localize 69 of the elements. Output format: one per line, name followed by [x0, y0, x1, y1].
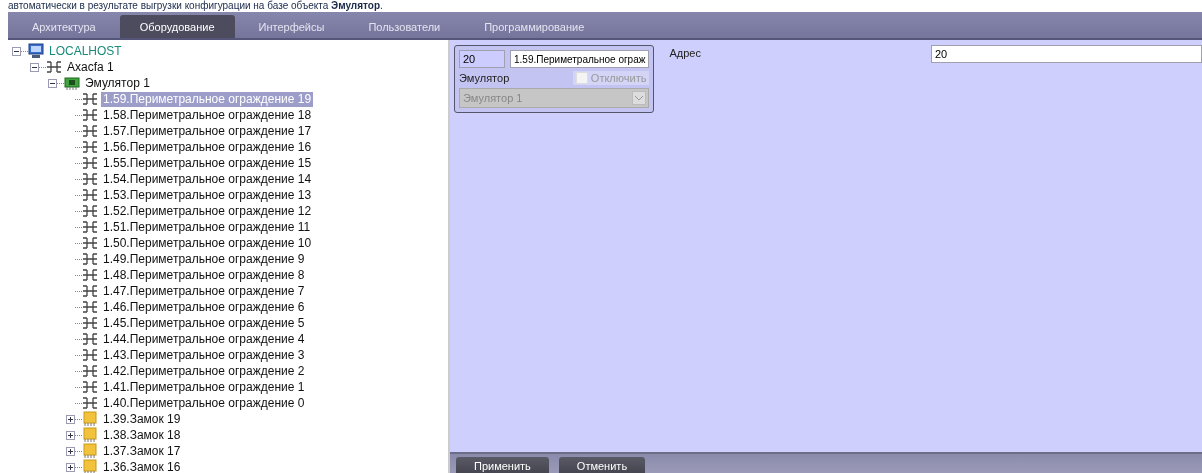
network-icon [82, 347, 98, 363]
tree-item[interactable]: 1.36.Замок 16 [101, 459, 183, 473]
action-button[interactable]: Применить [456, 457, 549, 473]
network-icon [82, 283, 98, 299]
toggle-icon[interactable] [66, 414, 75, 424]
network-icon [46, 59, 62, 75]
toggle-icon[interactable] [30, 62, 39, 72]
action-button[interactable]: Отменить [558, 457, 646, 473]
module-icon [82, 459, 98, 473]
tree-item[interactable]: 1.44.Периметральное ограждение 4 [101, 331, 307, 347]
monitor-icon [28, 43, 44, 59]
network-icon [82, 363, 98, 379]
tree-item[interactable]: 1.55.Периметральное ограждение 15 [101, 155, 314, 171]
module-icon [82, 427, 98, 443]
tree-item[interactable]: 1.49.Периметральное ограждение 9 [101, 251, 307, 267]
network-icon [82, 315, 98, 331]
tree-item[interactable]: 1.48.Периметральное ограждение 8 [101, 267, 307, 283]
tree-item[interactable]: 1.50.Периметральное ограждение 10 [101, 235, 314, 251]
toggle-icon[interactable] [12, 46, 21, 56]
tree-item[interactable]: 1.38.Замок 18 [101, 427, 183, 443]
network-icon [82, 331, 98, 347]
tree-item[interactable]: 1.47.Периметральное ограждение 7 [101, 283, 307, 299]
toggle-icon[interactable] [48, 78, 57, 88]
circuit-board-icon [64, 75, 80, 91]
caption-text: автоматически в результате выгрузки конфигурации на базе объекта Эмулятор. [8, 0, 383, 12]
tree-item[interactable]: 1.41.Периметральное ограждение 1 [101, 379, 307, 395]
toggle-icon[interactable] [66, 446, 75, 456]
address-field[interactable]: 20 [931, 45, 1202, 63]
toggle-icon[interactable] [66, 462, 75, 472]
tree-item[interactable]: 1.56.Периметральное ограждение 16 [101, 139, 314, 155]
network-icon [82, 267, 98, 283]
name-field[interactable]: 1.59.Периметральное ограж [510, 50, 650, 68]
network-icon [82, 251, 98, 267]
network-icon [82, 219, 98, 235]
tree-item[interactable]: 1.45.Периметральное ограждение 5 [101, 315, 307, 331]
type-label: Эмулятор [459, 72, 510, 84]
tree-item[interactable]: 1.39.Замок 19 [101, 411, 183, 427]
tree-item[interactable]: 1.40.Периметральное ограждение 0 [101, 395, 307, 411]
toggle-icon[interactable] [66, 430, 75, 440]
tree-item[interactable]: Axacfa 1 [65, 59, 116, 75]
network-icon [82, 171, 98, 187]
tree-item[interactable]: 1.52.Периметральное ограждение 12 [101, 203, 314, 219]
tab[interactable]: Оборудование [119, 15, 235, 38]
module-icon [82, 443, 98, 459]
network-icon [82, 139, 98, 155]
network-icon [82, 91, 98, 107]
network-icon [82, 155, 98, 171]
network-icon [82, 187, 98, 203]
network-icon [82, 107, 98, 123]
tree-item[interactable]: 1.54.Периметральное ограждение 14 [101, 171, 314, 187]
address-label: Адрес [669, 47, 701, 59]
network-icon [82, 395, 98, 411]
tree-item[interactable]: 1.58.Периметральное ограждение 18 [101, 107, 314, 123]
number-field[interactable]: 20 [459, 50, 505, 68]
tree-item[interactable]: 1.51.Периметральное ограждение 11 [101, 219, 313, 235]
tree-item[interactable]: 1.43.Периметральное ограждение 3 [101, 347, 307, 363]
tree-item[interactable]: Эмулятор 1 [83, 75, 152, 91]
tree-item[interactable]: LOCALHOST [47, 43, 124, 59]
network-icon [82, 235, 98, 251]
tree-item[interactable]: 1.53.Периметральное ограждение 13 [101, 187, 314, 203]
network-icon [82, 299, 98, 315]
network-icon [82, 123, 98, 139]
tree-item[interactable]: 1.57.Периметральное ограждение 17 [101, 123, 314, 139]
tree-item[interactable]: 1.37.Замок 17 [101, 443, 183, 459]
tree-item[interactable]: 1.42.Периметральное ограждение 2 [101, 363, 307, 379]
tree-item[interactable]: 1.46.Периметральное ограждение 6 [101, 299, 307, 315]
network-icon [82, 203, 98, 219]
network-icon [82, 379, 98, 395]
module-icon [82, 411, 98, 427]
